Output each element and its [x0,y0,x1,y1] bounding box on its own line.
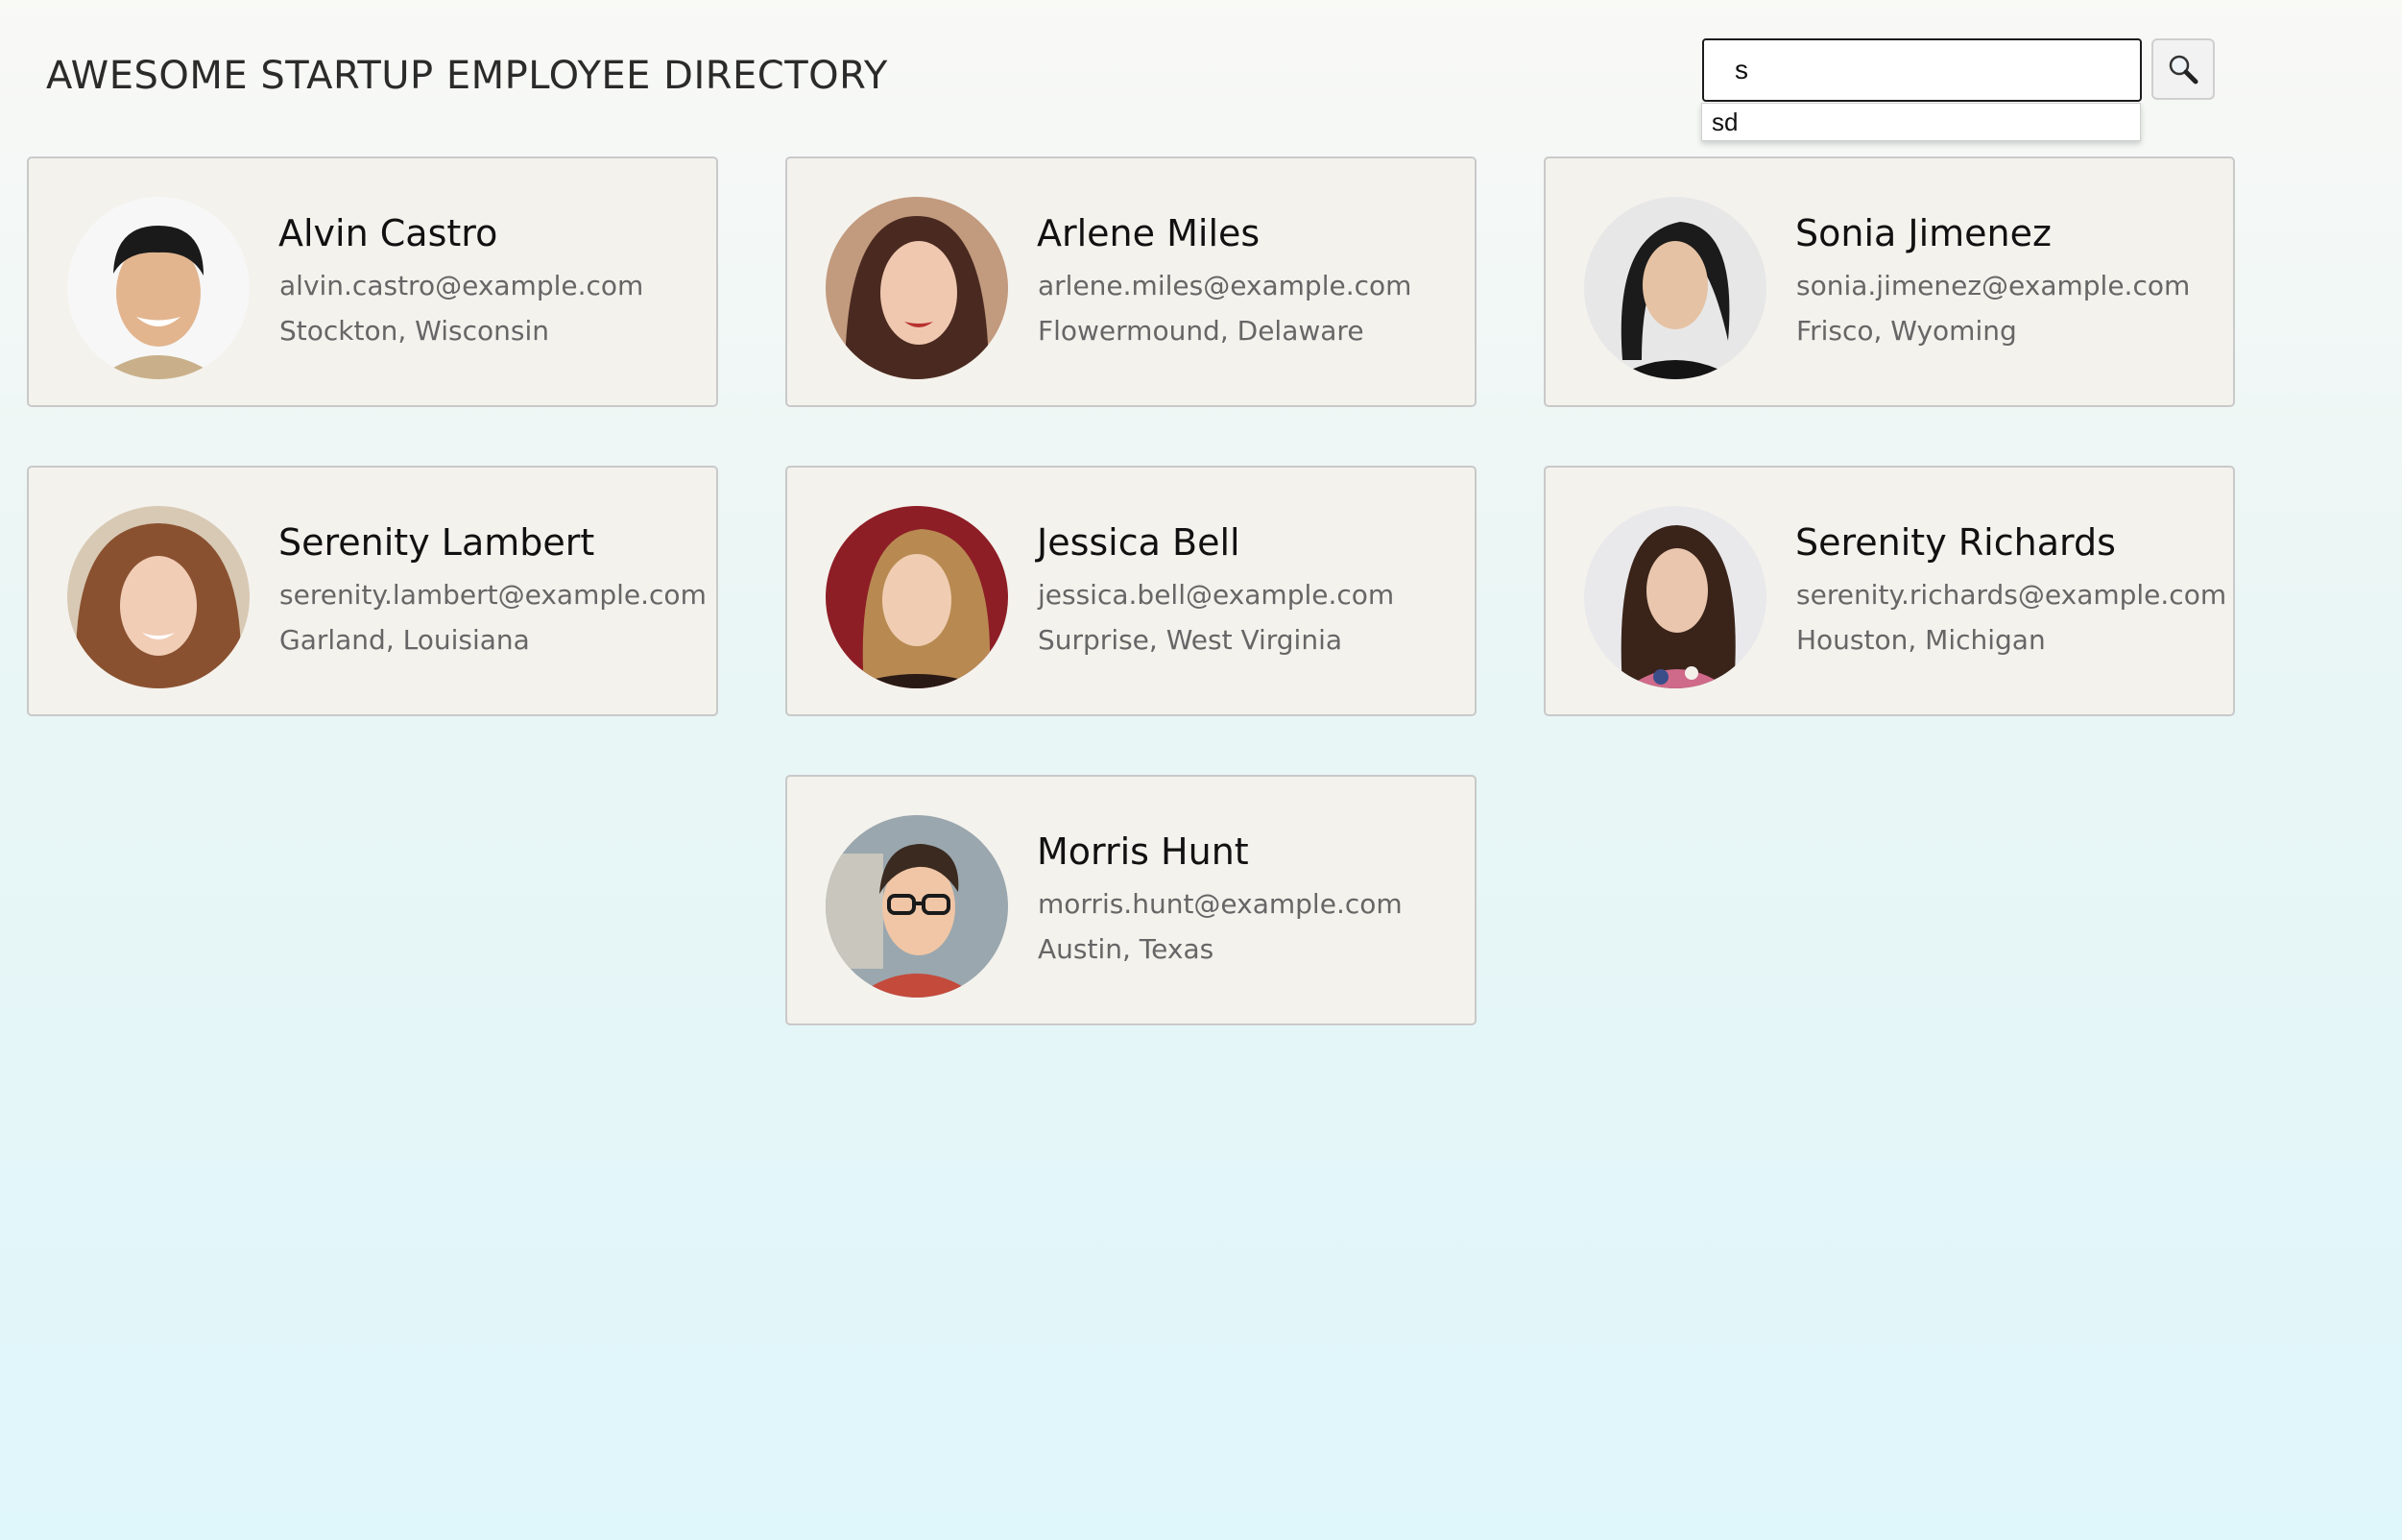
employee-location: Stockton, Wisconsin [279,315,549,347]
employee-location: Austin, Texas [1038,933,1214,965]
employee-card[interactable]: Serenity Richards serenity.richards@exam… [1544,466,2235,716]
employee-card[interactable]: Alvin Castro alvin.castro@example.com St… [27,156,718,407]
employee-card[interactable]: Sonia Jimenez sonia.jimenez@example.com … [1544,156,2235,407]
employee-email: serenity.richards@example.com [1796,579,2227,611]
employee-email: alvin.castro@example.com [279,270,644,301]
employee-location: Garland, Louisiana [279,624,530,656]
employee-email: arlene.miles@example.com [1038,270,1412,301]
search-input[interactable] [1702,38,2142,102]
employee-email: morris.hunt@example.com [1038,888,1403,920]
employee-location: Frisco, Wyoming [1796,315,2017,347]
avatar [67,197,250,379]
autocomplete-option[interactable]: sd [1712,108,1738,137]
employee-name: Jessica Bell [1037,521,1240,564]
search-button[interactable] [2151,38,2215,100]
employee-card[interactable]: Arlene Miles arlene.miles@example.com Fl… [785,156,1477,407]
employee-location: Surprise, West Virginia [1038,624,1343,656]
employee-name: Serenity Richards [1795,521,2116,564]
avatar [826,815,1008,998]
employee-name: Alvin Castro [278,212,498,254]
employee-location: Houston, Michigan [1796,624,2046,656]
employee-name: Morris Hunt [1037,830,1249,873]
avatar [1584,506,1766,688]
employee-email: sonia.jimenez@example.com [1796,270,2191,301]
employee-name: Sonia Jimenez [1795,212,2052,254]
employee-email: serenity.lambert@example.com [279,579,707,611]
avatar [826,506,1008,688]
avatar [826,197,1008,379]
magnifier-icon [2169,55,2198,84]
employee-email: jessica.bell@example.com [1038,579,1395,611]
avatar [67,506,250,688]
avatar [1584,197,1766,379]
employee-name: Arlene Miles [1037,212,1261,254]
page-title: AWESOME STARTUP EMPLOYEE DIRECTORY [46,54,888,98]
employee-card[interactable]: Serenity Lambert serenity.lambert@exampl… [27,466,718,716]
employee-name: Serenity Lambert [278,521,595,564]
employee-card[interactable]: Jessica Bell jessica.bell@example.com Su… [785,466,1477,716]
employee-location: Flowermound, Delaware [1038,315,1364,347]
autocomplete-dropdown: sd [1701,103,2141,141]
employee-card[interactable]: Morris Hunt morris.hunt@example.com Aust… [785,775,1477,1025]
